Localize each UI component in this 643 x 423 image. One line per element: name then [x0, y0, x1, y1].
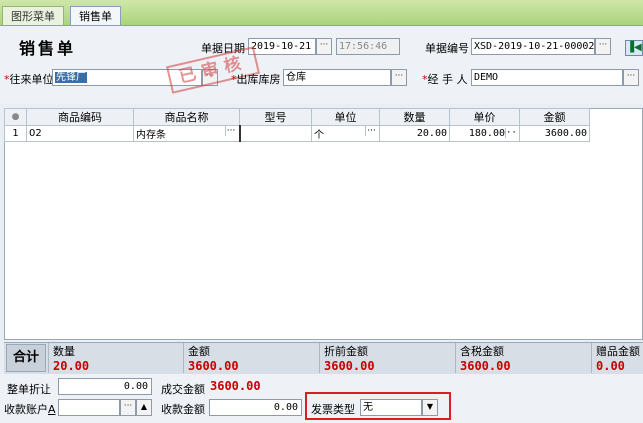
col-unit[interactable]: 单位	[311, 108, 380, 126]
account-label: 收款账户A	[4, 403, 56, 416]
deal-amount-label: 成交金额	[161, 383, 205, 396]
cell-name[interactable]: 内存条 ···	[133, 125, 240, 142]
date-field[interactable]: 2019-10-21	[248, 38, 316, 55]
price-select-button[interactable]: ···	[505, 128, 519, 138]
name-select-button[interactable]: ···	[224, 126, 237, 136]
col-name[interactable]: 商品名称	[133, 108, 240, 126]
cell-code[interactable]: 02	[26, 125, 134, 142]
totals-label: 合计	[6, 344, 46, 372]
items-table: ● 商品编码 商品名称 型号 单位 数量 单价 金额 1 02 内存条 ··· 个…	[4, 108, 590, 142]
total-gift: 赠品金额 0.00	[591, 343, 643, 373]
date-picker-button[interactable]: ···	[316, 38, 332, 55]
handler-select-button[interactable]: ···	[623, 69, 639, 86]
tab-graphic-menu[interactable]: 图形菜单	[2, 6, 64, 26]
time-field: 17:56:46	[336, 38, 400, 55]
deal-amount-value: 3600.00	[210, 379, 261, 393]
grid-header-row: ● 商品编码 商品名称 型号 单位 数量 单价 金额	[4, 108, 590, 126]
cell-price[interactable]: 180.00···	[449, 125, 520, 142]
col-indicator: ●	[4, 108, 27, 126]
total-with-tax: 含税金额 3600.00	[455, 343, 590, 373]
cell-unit[interactable]: 个 ···	[311, 125, 380, 142]
cell-qty[interactable]: 20.00	[379, 125, 450, 142]
handler-label: *经 手 人	[422, 73, 468, 86]
col-code[interactable]: 商品编码	[26, 108, 134, 126]
account-dropdown-icon[interactable]: ▲	[136, 399, 152, 416]
handler-field[interactable]: DEMO	[471, 69, 623, 86]
warehouse-select-button[interactable]: ···	[391, 69, 407, 86]
col-model[interactable]: 型号	[239, 108, 312, 126]
invoice-type-label: 发票类型	[311, 403, 355, 416]
items-grid	[4, 108, 643, 340]
partner-label: *往来单位	[4, 73, 54, 86]
docno-field[interactable]: XSD-2019-10-21-00002	[471, 38, 595, 55]
warehouse-label: *出库库房	[231, 73, 281, 86]
row-index: 1	[4, 125, 27, 142]
discount-label: 整单折让	[7, 383, 51, 396]
first-record-icon[interactable]: ▐◀	[625, 40, 643, 56]
page-title: 销售单	[19, 39, 77, 58]
docno-label: 单据编号	[425, 42, 469, 55]
tab-sales-order[interactable]: 销售单	[70, 6, 121, 26]
col-qty[interactable]: 数量	[379, 108, 450, 126]
receive-amount-label: 收款金额	[161, 403, 205, 416]
warehouse-field[interactable]: 仓库	[283, 69, 391, 86]
cell-model[interactable]	[238, 125, 312, 142]
account-field[interactable]	[58, 399, 120, 416]
col-amount[interactable]: 金额	[519, 108, 590, 126]
total-pre-discount: 折前金额 3600.00	[319, 343, 454, 373]
unit-select-button[interactable]: ···	[365, 126, 377, 136]
chevron-down-icon[interactable]: ▼	[422, 399, 438, 416]
total-amount: 金额 3600.00	[183, 343, 318, 373]
table-row[interactable]: 1 02 内存条··· 个··· 20.00 180.00··· 3600.00	[4, 125, 590, 142]
account-select-button[interactable]: ···	[120, 399, 136, 416]
docno-button[interactable]: ···	[595, 38, 611, 55]
col-price[interactable]: 单价	[449, 108, 520, 126]
discount-field[interactable]: 0.00	[58, 378, 152, 395]
invoice-type-select[interactable]: 无	[360, 399, 422, 416]
cell-amount[interactable]: 3600.00	[519, 125, 590, 142]
total-qty: 数量 20.00	[48, 343, 183, 373]
receive-amount-field[interactable]: 0.00	[209, 399, 302, 416]
